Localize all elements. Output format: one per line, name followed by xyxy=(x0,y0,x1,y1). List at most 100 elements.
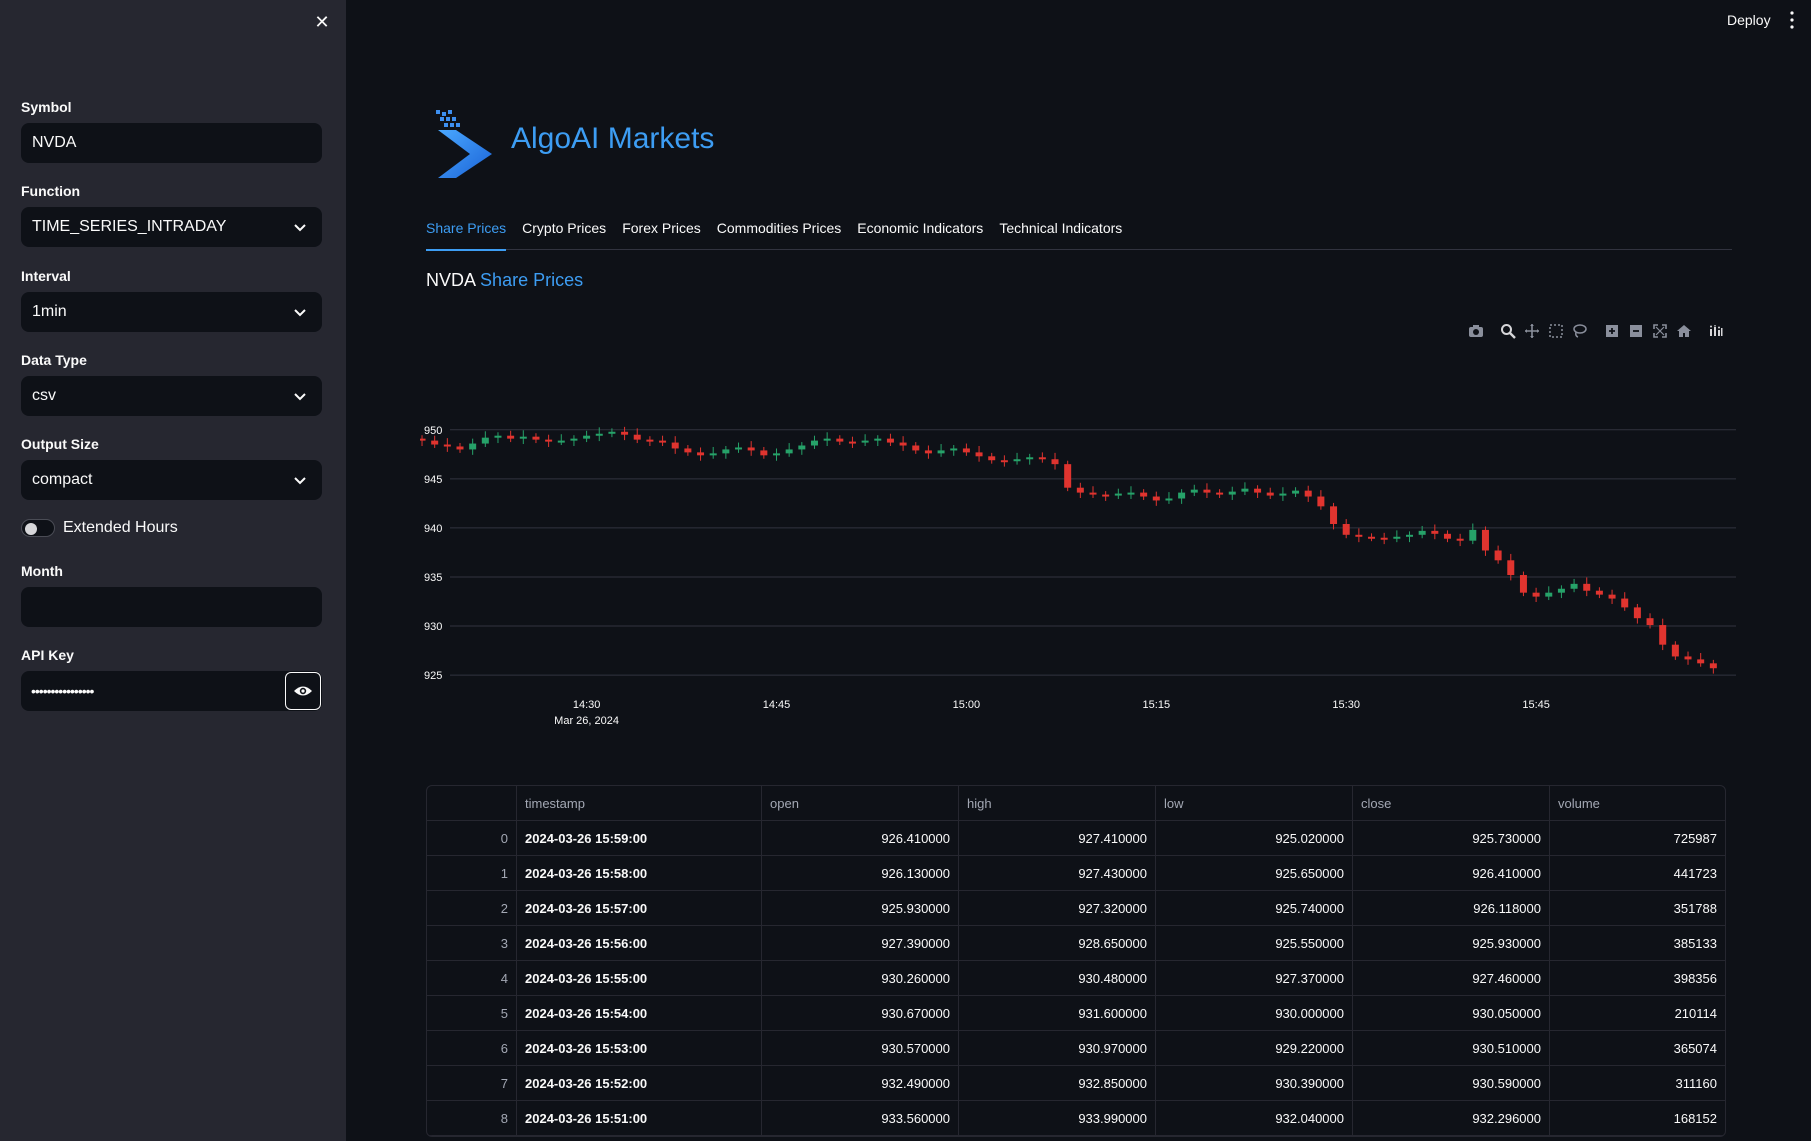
table-row[interactable]: 1 2024-03-26 15:58:00 926.130000 927.430000… xyxy=(427,856,1725,891)
tab-technical-indicators[interactable]: Technical Indicators xyxy=(999,218,1122,250)
tab-share-prices[interactable]: Share Prices xyxy=(426,218,507,251)
home-icon[interactable] xyxy=(1675,322,1693,340)
month-label: Month xyxy=(21,563,63,579)
tab-crypto-prices[interactable]: Crypto Prices xyxy=(522,218,606,250)
candle-body xyxy=(785,449,793,454)
table-cell: 927.460000 xyxy=(1353,961,1550,995)
candle-body xyxy=(481,437,489,444)
close-sidebar-icon[interactable]: ✕ xyxy=(312,12,332,32)
interval-field: Interval 1min xyxy=(21,266,322,332)
lasso-icon[interactable] xyxy=(1571,322,1589,340)
candle-body xyxy=(1216,492,1224,495)
table-cell: 933.560000 xyxy=(762,1101,959,1135)
candle-body xyxy=(1076,487,1084,493)
api-key-label: API Key xyxy=(21,647,74,663)
table-cell: 925.650000 xyxy=(1156,856,1353,890)
candle-body xyxy=(1570,583,1578,589)
candle-body xyxy=(1393,536,1401,539)
table-row[interactable]: 2 2024-03-26 15:57:00 925.930000 927.320000… xyxy=(427,891,1725,926)
candle-body xyxy=(1064,464,1072,488)
column-header[interactable]: open xyxy=(762,786,959,820)
row-index: 7 xyxy=(427,1066,517,1100)
candle-body xyxy=(1380,537,1388,540)
candle-body xyxy=(633,434,641,440)
table-row[interactable]: 4 2024-03-26 15:55:00 930.260000 930.480000… xyxy=(427,961,1725,996)
index-header xyxy=(427,786,517,820)
tab-economic-indicators[interactable]: Economic Indicators xyxy=(857,218,983,250)
candle-body xyxy=(886,438,894,443)
candle-body xyxy=(899,442,907,446)
table-cell: 925.930000 xyxy=(1353,926,1550,960)
y-tick-label: 925 xyxy=(424,670,442,682)
interval-select[interactable]: 1min xyxy=(21,292,322,332)
table-cell: 925.550000 xyxy=(1156,926,1353,960)
column-header[interactable]: close xyxy=(1353,786,1550,820)
table-row[interactable]: 0 2024-03-26 15:59:00 926.410000 927.410000… xyxy=(427,821,1725,856)
tab-bar: Share Prices Crypto Prices Forex Prices … xyxy=(426,218,1732,251)
zoom-out-icon[interactable] xyxy=(1627,322,1645,340)
table-cell: 930.050000 xyxy=(1353,996,1550,1030)
candle-body xyxy=(861,440,869,443)
plotly-logo-icon[interactable] xyxy=(1707,322,1725,340)
api-key-value: •••••••••••••••• xyxy=(31,683,94,699)
y-tick-label: 950 xyxy=(424,425,442,437)
zoom-icon[interactable] xyxy=(1499,322,1517,340)
candle-body xyxy=(570,438,578,441)
function-select[interactable]: TIME_SERIES_INTRADAY xyxy=(21,207,322,247)
extended-hours-toggle[interactable] xyxy=(21,519,55,537)
table-row[interactable]: 8 2024-03-26 15:51:00 933.560000 933.990000… xyxy=(427,1101,1725,1136)
column-header[interactable]: high xyxy=(959,786,1156,820)
table-cell: 2024-03-26 15:52:00 xyxy=(517,1066,762,1100)
candle-body xyxy=(532,436,540,440)
data-type-select[interactable]: csv xyxy=(21,376,322,416)
y-tick-label: 945 xyxy=(424,474,442,486)
column-header[interactable]: volume xyxy=(1550,786,1725,820)
candle-body xyxy=(1709,663,1717,669)
table-row[interactable]: 6 2024-03-26 15:53:00 930.570000 930.970000… xyxy=(427,1031,1725,1066)
table-row[interactable]: 5 2024-03-26 15:54:00 930.670000 931.600000… xyxy=(427,996,1725,1031)
pan-icon[interactable] xyxy=(1523,322,1541,340)
table-cell: 932.296000 xyxy=(1353,1101,1550,1135)
show-password-button[interactable] xyxy=(285,672,321,710)
candle-body xyxy=(431,440,439,445)
candle-body xyxy=(1342,524,1350,535)
table-row[interactable]: 3 2024-03-26 15:56:00 927.390000 928.650000… xyxy=(427,926,1725,961)
candlestick-chart[interactable]: 950 945 940 935 930 925 14:30 Mar 26, 2024 14:45… xyxy=(420,400,1740,730)
table-cell: 925.730000 xyxy=(1353,821,1550,855)
table-cell: 927.320000 xyxy=(959,891,1156,925)
interval-label: Interval xyxy=(21,268,71,284)
candle-body xyxy=(1140,492,1148,497)
output-size-label: Output Size xyxy=(21,436,99,452)
symbol-input[interactable]: NVDA xyxy=(21,123,322,163)
candle-body xyxy=(773,453,780,456)
camera-icon[interactable] xyxy=(1467,322,1485,340)
x-tick-label: 15:00 xyxy=(953,699,981,711)
candle-body xyxy=(1051,459,1059,465)
candle-body xyxy=(1469,529,1477,541)
tab-commodities-prices[interactable]: Commodities Prices xyxy=(717,218,841,250)
deploy-button[interactable]: Deploy xyxy=(1727,12,1771,28)
chevron-down-icon xyxy=(294,393,306,401)
zoom-in-icon[interactable] xyxy=(1603,322,1621,340)
tab-forex-prices[interactable]: Forex Prices xyxy=(622,218,701,250)
toggle-knob xyxy=(25,523,37,535)
box-select-icon[interactable] xyxy=(1547,322,1565,340)
x-tick-label: 15:15 xyxy=(1143,699,1171,711)
x-date-label: Mar 26, 2024 xyxy=(554,715,619,727)
candle-body xyxy=(1456,538,1464,541)
month-input[interactable] xyxy=(21,587,322,627)
table-cell: 931.600000 xyxy=(959,996,1156,1030)
table-cell: 927.430000 xyxy=(959,856,1156,890)
table-row[interactable]: 7 2024-03-26 15:52:00 932.490000 932.850000… xyxy=(427,1066,1725,1101)
candle-body xyxy=(747,447,755,451)
output-size-select[interactable]: compact xyxy=(21,460,322,500)
candle-body xyxy=(798,445,806,450)
column-header[interactable]: timestamp xyxy=(517,786,762,820)
x-tick-label: 14:30 xyxy=(573,699,601,711)
kebab-menu-icon[interactable] xyxy=(1788,10,1796,30)
autoscale-icon[interactable] xyxy=(1651,322,1669,340)
column-header[interactable]: low xyxy=(1156,786,1353,820)
candle-body xyxy=(1406,534,1413,537)
candle-body xyxy=(1633,607,1641,619)
api-key-input[interactable]: •••••••••••••••• xyxy=(21,671,322,711)
